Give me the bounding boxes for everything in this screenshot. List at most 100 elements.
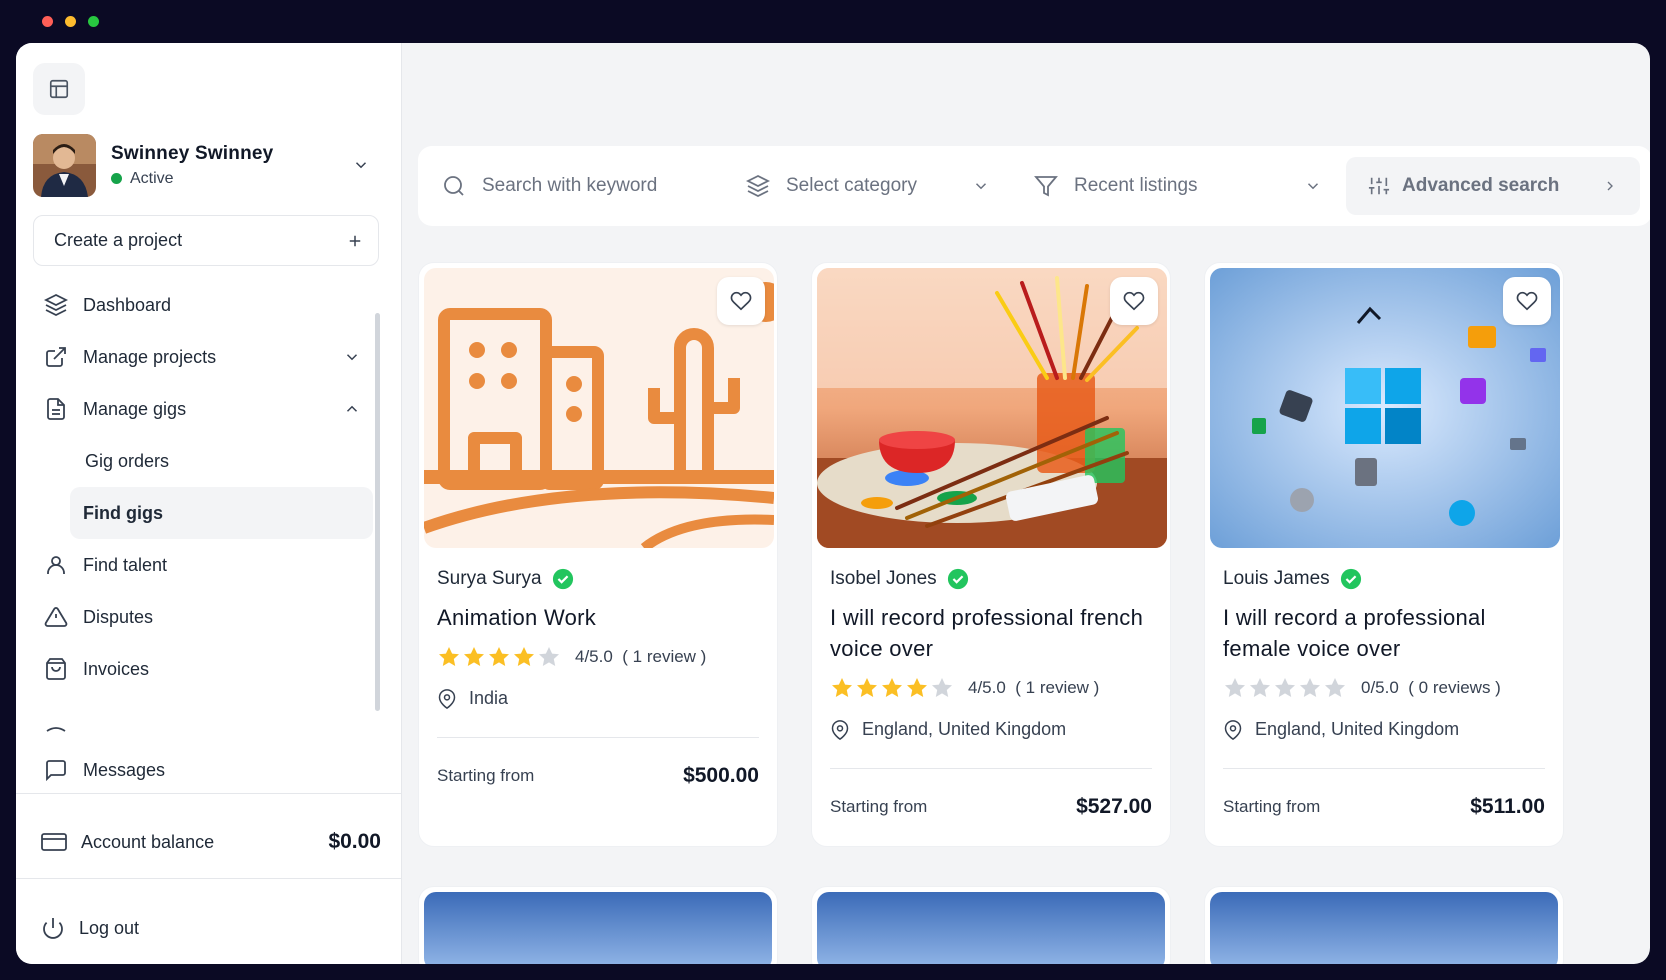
gig-image-paint-brushes-photo xyxy=(817,268,1167,548)
verified-icon xyxy=(552,568,573,590)
partial-icon xyxy=(43,708,69,734)
map-pin-icon xyxy=(438,688,456,709)
sliders-icon xyxy=(1368,177,1390,195)
advanced-search-label: Advanced search xyxy=(1402,175,1560,196)
gig-card[interactable]: Louis James I will record a professional… xyxy=(1204,262,1564,847)
sidebar-toggle-button[interactable] xyxy=(33,63,85,115)
rating-text: 4/5.0 xyxy=(968,678,1006,697)
rating-stars xyxy=(437,645,561,669)
create-project-button[interactable]: Create a project xyxy=(33,215,379,266)
advanced-search-button[interactable]: Advanced search xyxy=(1346,157,1640,215)
favorite-button[interactable] xyxy=(1503,277,1551,325)
sidebar-item-label: Gig orders xyxy=(85,450,170,471)
review-count: ( 1 review ) xyxy=(622,647,707,666)
price-label: Starting from xyxy=(437,766,535,785)
verified-icon xyxy=(947,568,968,590)
heart-icon xyxy=(1516,291,1538,311)
avatar xyxy=(33,133,96,197)
maximize-dot[interactable] xyxy=(88,16,99,27)
plus-icon xyxy=(349,235,361,246)
sidebar-item-label: Messages xyxy=(83,759,166,780)
sidebar: Swinney Swinney Active Create a project … xyxy=(16,43,402,964)
chevron-down-icon xyxy=(346,354,358,361)
sort-select-label: Recent listings xyxy=(1074,175,1198,196)
sidebar-item-manage-gigs[interactable]: Manage gigs xyxy=(33,383,373,435)
gig-image-city-illustration xyxy=(424,268,774,548)
favorite-button[interactable] xyxy=(717,277,765,325)
sidebar-item-gig-orders[interactable]: Gig orders xyxy=(33,435,373,487)
star-icon xyxy=(439,647,459,666)
divider xyxy=(830,768,1152,769)
gig-card[interactable]: Isobel Jones I will record professional … xyxy=(811,262,1171,847)
sidebar-item-messages[interactable]: Messages xyxy=(43,750,363,790)
search-input[interactable] xyxy=(482,175,702,197)
gig-price: $511.00 xyxy=(1470,795,1545,818)
sidebar-item-dashboard[interactable]: Dashboard xyxy=(33,279,373,331)
sidebar-item-invoices[interactable]: Invoices xyxy=(33,643,373,695)
rating-text: 4/5.0 xyxy=(575,647,613,666)
favorite-button[interactable] xyxy=(1110,277,1158,325)
filter-icon xyxy=(1034,176,1058,197)
gig-title[interactable]: Animation Work xyxy=(437,602,759,633)
layers-icon xyxy=(746,174,770,198)
chevron-up-icon xyxy=(346,405,358,412)
filter-bar: Select category Recent listings Advanced… xyxy=(418,146,1650,226)
rating-stars xyxy=(830,676,954,700)
sidebar-item-label: Disputes xyxy=(83,606,154,627)
account-balance[interactable]: Account balance $0.00 xyxy=(41,830,381,854)
gig-title[interactable]: I will record a professional female voic… xyxy=(1223,602,1545,664)
heart-icon xyxy=(1123,291,1145,311)
credit-card-icon xyxy=(41,831,67,853)
star-icon xyxy=(464,647,484,666)
close-dot[interactable] xyxy=(42,16,53,27)
star-icon xyxy=(489,647,509,666)
star-icon xyxy=(1225,678,1245,697)
gig-card[interactable] xyxy=(1204,886,1564,964)
star-icon xyxy=(832,678,852,697)
gig-card[interactable]: Surya Surya Animation Work 4/5.0 ( 1 rev… xyxy=(418,262,778,847)
seller-name[interactable]: Surya Surya xyxy=(437,568,542,590)
seller-name[interactable]: Louis James xyxy=(1223,568,1330,590)
shopping-bag-icon xyxy=(43,656,69,682)
chevron-down-icon[interactable] xyxy=(352,156,370,174)
logout-button[interactable]: Log out xyxy=(41,916,139,940)
sidebar-scrollbar[interactable] xyxy=(375,313,380,711)
sidebar-item-label: Find gigs xyxy=(83,502,163,523)
gig-rating: 0/5.0 ( 0 reviews ) xyxy=(1223,676,1545,700)
gig-grid: Surya Surya Animation Work 4/5.0 ( 1 rev… xyxy=(418,262,1564,847)
minimize-dot[interactable] xyxy=(65,16,76,27)
rating-text: 0/5.0 xyxy=(1361,678,1399,697)
seller-name[interactable]: Isobel Jones xyxy=(830,568,937,590)
sidebar-item-find-gigs[interactable]: Find gigs xyxy=(70,487,373,539)
heart-icon xyxy=(730,291,752,311)
user-icon xyxy=(43,552,69,578)
sidebar-item-cut-off[interactable] xyxy=(33,695,373,741)
sort-select[interactable]: Recent listings xyxy=(1034,174,1322,198)
sidebar-item-label: Manage gigs xyxy=(83,398,187,419)
main-content: Select category Recent listings Advanced… xyxy=(402,43,1650,964)
gig-card[interactable] xyxy=(811,886,1171,964)
star-icon xyxy=(907,678,927,697)
sidebar-item-find-talent[interactable]: Find talent xyxy=(33,539,373,591)
star-icon xyxy=(857,678,877,697)
layers-icon xyxy=(43,292,69,318)
sidebar-item-disputes[interactable]: Disputes xyxy=(33,591,373,643)
document-icon xyxy=(43,396,69,422)
rating-stars xyxy=(1223,676,1347,700)
gig-card[interactable] xyxy=(418,886,778,964)
user-status: Active xyxy=(130,169,174,187)
map-pin-icon xyxy=(831,719,849,740)
star-icon xyxy=(1325,678,1345,697)
divider xyxy=(437,737,759,738)
search-box[interactable] xyxy=(442,174,746,198)
sidebar-nav: Dashboard Manage projects Manage gigs Gi… xyxy=(33,279,373,741)
sidebar-item-manage-projects[interactable]: Manage projects xyxy=(33,331,373,383)
external-link-icon xyxy=(43,344,69,370)
gig-location: India xyxy=(469,688,509,708)
gig-title[interactable]: I will record professional french voice … xyxy=(830,602,1152,664)
sidebar-item-label: Find talent xyxy=(83,554,168,575)
category-select[interactable]: Select category xyxy=(746,174,1034,198)
star-icon xyxy=(514,647,534,666)
user-profile[interactable]: Swinney Swinney Active xyxy=(33,133,388,197)
message-icon xyxy=(43,757,69,783)
